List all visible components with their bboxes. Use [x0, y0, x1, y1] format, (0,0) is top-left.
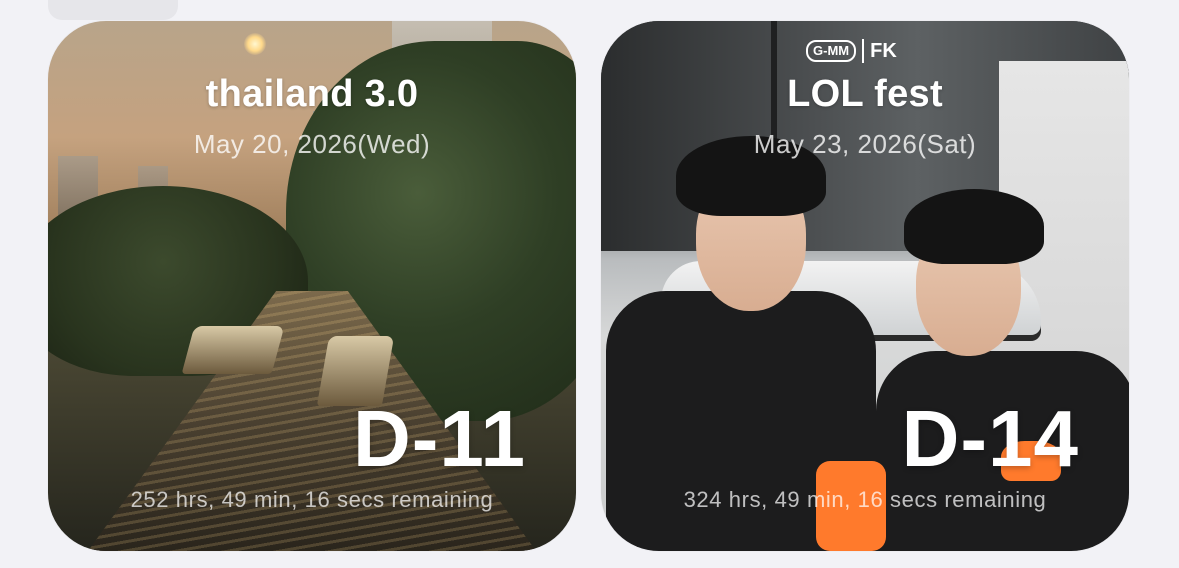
countdown-days: D-11: [353, 394, 526, 483]
widget-title: thailand 3.0: [205, 73, 419, 115]
person-hair: [904, 189, 1044, 264]
countdown-widget-thailand[interactable]: thailand 3.0 May 20, 2026(Wed) D-11 252 …: [48, 21, 576, 551]
countdown-widget-lol-fest[interactable]: G-MM FK LOL fest May 23, 2026(Sat) D-14 …: [601, 21, 1129, 551]
sun: [244, 33, 266, 55]
brand-logo: G-MM FK: [806, 39, 897, 63]
gmm-logo: G-MM: [806, 40, 857, 62]
fk-logo: FK: [870, 39, 897, 62]
time-remaining: 252 hrs, 49 min, 16 secs remaining: [130, 487, 494, 512]
widget-date: May 23, 2026(Sat): [753, 129, 977, 159]
countdown-days: D-14: [901, 394, 1079, 483]
widget-title: LOL fest: [787, 73, 943, 115]
boat: [181, 326, 285, 374]
widget-date: May 20, 2026(Wed): [193, 129, 431, 159]
logo-divider: [862, 39, 865, 63]
top-tab-fragment: [48, 0, 178, 20]
time-remaining: 324 hrs, 49 min, 16 secs remaining: [683, 487, 1047, 512]
